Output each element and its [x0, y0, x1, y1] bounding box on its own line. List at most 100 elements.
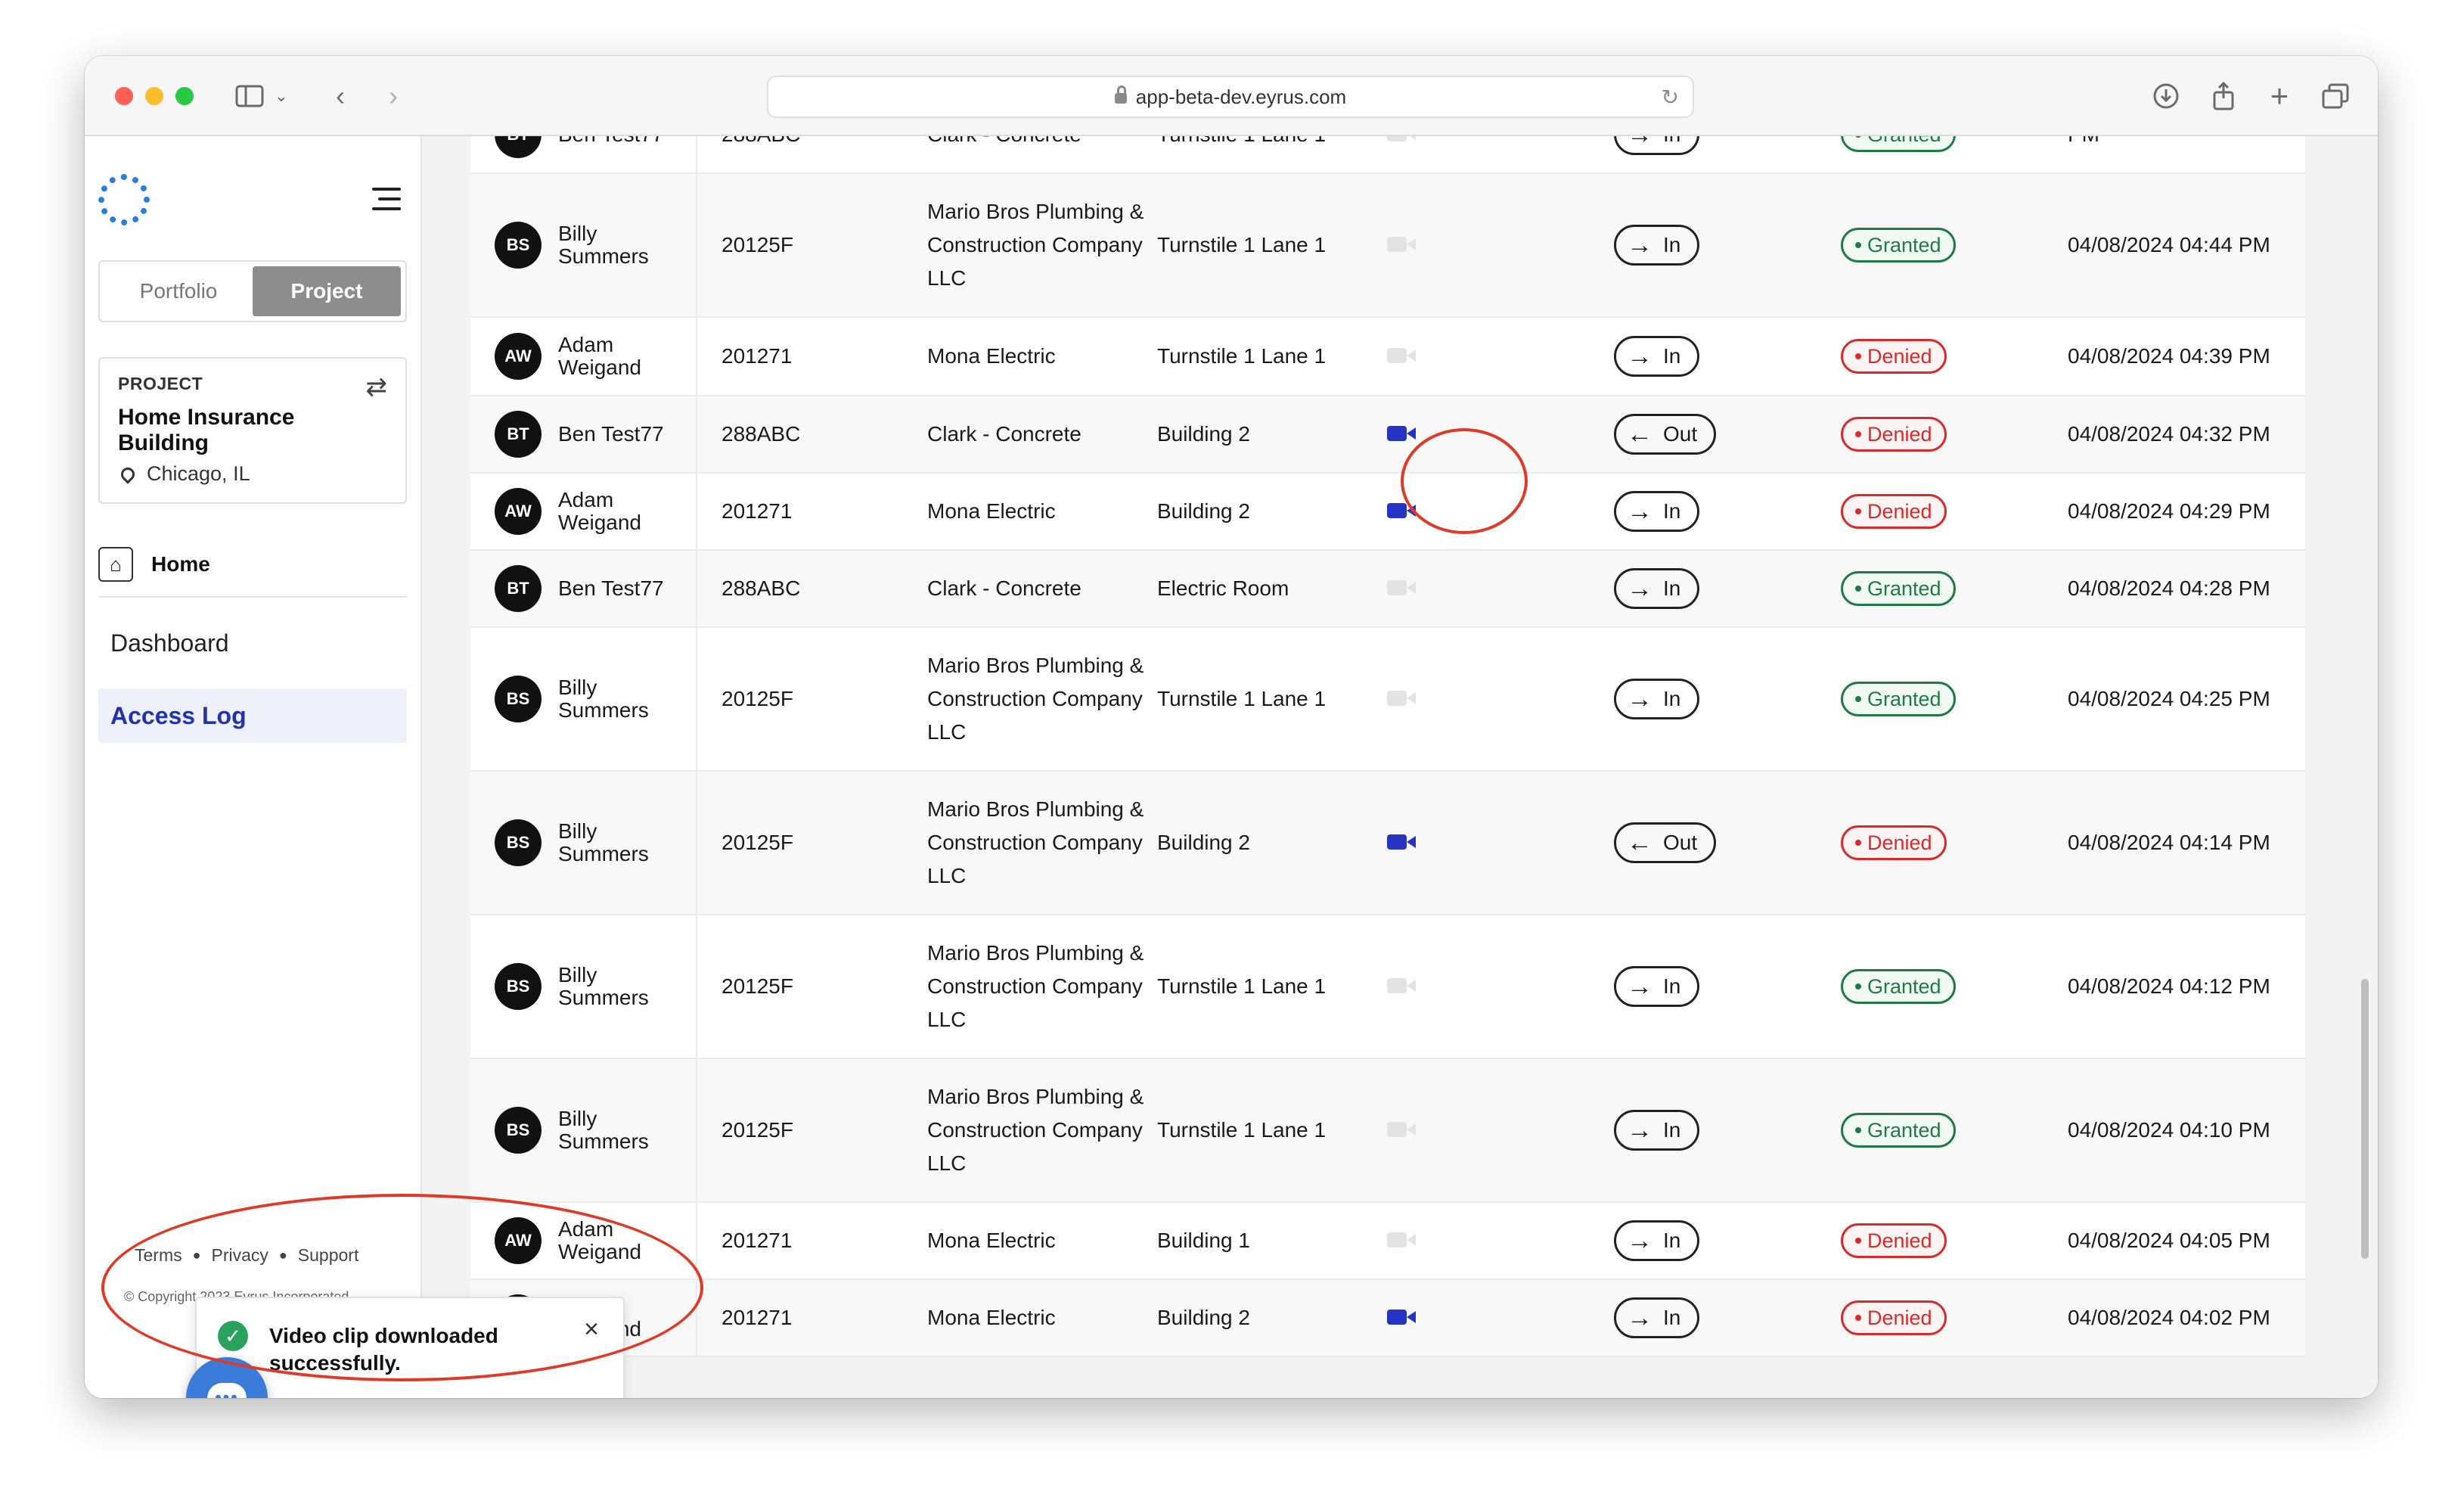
- address-bar[interactable]: app-beta-dev.eyrus.com ↻: [767, 76, 1694, 118]
- company-name: Mario Bros Plumbing & Construction Compa…: [927, 654, 1144, 744]
- status-badge: Denied: [1841, 417, 1947, 452]
- direction-label: Out: [1663, 422, 1698, 446]
- table-row[interactable]: AWAdam Weigand201271Mona ElectricBuildin…: [470, 474, 2305, 551]
- worker-name[interactable]: Adam Weigand: [558, 1218, 687, 1263]
- home-link[interactable]: ⌂ Home: [98, 543, 407, 598]
- nav-item-access-log[interactable]: Access Log: [98, 688, 407, 743]
- user-cell: BS Billy Summers: [470, 174, 697, 316]
- reader-name: Turnstile 1 Lane 1: [1157, 136, 1387, 148]
- company-name: Clark - Concrete: [927, 136, 1157, 151]
- status-cell: Denied: [1841, 339, 2068, 374]
- worker-name[interactable]: Billy Summers: [558, 222, 687, 268]
- table-row[interactable]: BS Billy Summers 20125F Mario Bros Plumbing…: [470, 772, 2305, 915]
- direction-badge: → In: [1614, 225, 1700, 266]
- worker-name[interactable]: Adam Weigand: [558, 334, 687, 379]
- forward-icon[interactable]: ›: [378, 76, 408, 117]
- status-cell: Granted: [1841, 136, 2068, 152]
- reload-icon[interactable]: ↻: [1662, 85, 1679, 110]
- badge-id: 20125F: [722, 687, 793, 710]
- table-row[interactable]: BT Ben Test77 288ABC Clark - Concrete Electr…: [470, 551, 2305, 628]
- direction-label: In: [1663, 136, 1680, 148]
- sidebar-toggle-icon[interactable]: [233, 76, 266, 117]
- status-cell: Granted: [1841, 571, 2068, 606]
- status-cell: Granted: [1841, 969, 2068, 1004]
- table-row[interactable]: BS Billy Summers 20125F Mario Bros Plumbing…: [470, 628, 2305, 772]
- worker-name[interactable]: Ben Test77: [558, 136, 687, 146]
- badge-id: 288ABC: [722, 576, 801, 600]
- timestamp: 04/08/2024 04:29 PM: [2068, 499, 2270, 523]
- worker-name[interactable]: Billy Summers: [558, 964, 687, 1009]
- direction-cell: → In: [1614, 1220, 1841, 1261]
- status-badge: Denied: [1841, 825, 1947, 860]
- nav-item-dashboard[interactable]: Dashboard: [110, 629, 229, 657]
- direction-badge: → In: [1614, 1297, 1700, 1338]
- menu-icon[interactable]: [372, 188, 401, 210]
- avatar: BS: [495, 819, 542, 866]
- worker-name[interactable]: Ben Test77: [558, 423, 687, 446]
- worker-name[interactable]: Billy Summers: [558, 676, 687, 722]
- close-window-button[interactable]: [115, 87, 133, 105]
- worker-name[interactable]: Adam Weigand: [558, 489, 687, 534]
- status-cell: Denied: [1841, 825, 2068, 860]
- minimize-window-button[interactable]: [145, 87, 163, 105]
- video-camera-icon[interactable]: [1387, 503, 1416, 518]
- direction-label: Out: [1663, 831, 1698, 854]
- user-cell: BT Ben Test77: [470, 136, 697, 172]
- table-row[interactable]: BS Billy Summers 20125F Mario Bros Plumbing…: [470, 174, 2305, 318]
- video-camera-icon: [1387, 348, 1416, 363]
- video-camera-icon: [1387, 691, 1416, 706]
- eyrus-logo[interactable]: [98, 174, 150, 225]
- project-toggle-button[interactable]: Project: [253, 266, 401, 316]
- video-cell: [1387, 829, 1614, 856]
- table-row[interactable]: AWAdam Weigand201271Mona ElectricBuildin…: [470, 1203, 2305, 1280]
- project-card: PROJECT ⇄ Home Insurance Building Chicag…: [98, 357, 407, 504]
- video-camera-icon[interactable]: [1387, 1310, 1416, 1325]
- direction-badge: → In: [1614, 568, 1700, 609]
- user-cell: BS Billy Summers: [470, 772, 697, 914]
- status-badge: Granted: [1841, 969, 1956, 1004]
- switch-project-icon[interactable]: ⇄: [366, 372, 388, 402]
- direction-cell: → In: [1614, 1110, 1841, 1151]
- table-row[interactable]: BT Ben Test77 288ABC Clark - Concrete Buildi…: [470, 396, 2305, 474]
- timestamp: PM: [2068, 136, 2305, 146]
- direction-cell: ← Out: [1614, 822, 1841, 863]
- table-row[interactable]: AWAdam Weigand201271Mona ElectricBuildin…: [470, 1280, 2305, 1357]
- arrow-right-icon: →: [1627, 497, 1652, 526]
- zoom-window-button[interactable]: [175, 87, 194, 105]
- back-icon[interactable]: ‹: [325, 76, 355, 117]
- arrow-right-icon: →: [1627, 136, 1652, 148]
- video-camera-icon[interactable]: [1387, 426, 1416, 441]
- table-row[interactable]: BS Billy Summers 20125F Mario Bros Plumbing…: [470, 915, 2305, 1059]
- table-row[interactable]: BT Ben Test77 288ABCClark - ConcreteTurnst…: [470, 136, 2305, 174]
- home-icon: ⌂: [98, 547, 133, 582]
- chevron-down-icon[interactable]: ⌄: [272, 76, 290, 117]
- video-cell: [1387, 136, 1614, 148]
- worker-name[interactable]: Billy Summers: [558, 1108, 687, 1153]
- share-icon[interactable]: [2207, 76, 2240, 117]
- terms-link[interactable]: Terms: [135, 1245, 182, 1266]
- worker-name[interactable]: Billy Summers: [558, 820, 687, 865]
- table-row[interactable]: AW Adam Weigand 201271 Mona Electric Turnsti…: [470, 318, 2305, 396]
- scrollbar[interactable]: [2361, 979, 2369, 1259]
- close-icon[interactable]: ×: [584, 1315, 599, 1344]
- tab-overview-icon[interactable]: [2319, 76, 2352, 117]
- lock-icon: [1114, 85, 1127, 104]
- video-camera-icon[interactable]: [1387, 834, 1416, 850]
- location-pin-icon: [118, 464, 138, 484]
- badge-id: 20125F: [722, 1118, 793, 1142]
- arrow-right-icon: →: [1627, 231, 1652, 259]
- project-name: Home Insurance Building: [118, 405, 295, 455]
- video-cell: [1387, 1117, 1614, 1144]
- worker-name[interactable]: Ben Test77: [558, 577, 687, 600]
- video-cell: [1387, 973, 1614, 1000]
- video-cell: [1387, 575, 1614, 602]
- company-name: Clark - Concrete: [927, 576, 1081, 600]
- download-icon[interactable]: [2149, 76, 2183, 117]
- user-cell: BS Billy Summers: [470, 1059, 697, 1201]
- portfolio-toggle-button[interactable]: Portfolio: [104, 266, 253, 316]
- status-badge: Granted: [1841, 228, 1956, 263]
- privacy-link[interactable]: Privacy: [212, 1245, 268, 1266]
- table-row[interactable]: BS Billy Summers 20125F Mario Bros Plumbing…: [470, 1059, 2305, 1203]
- new-tab-icon[interactable]: +: [2263, 76, 2296, 117]
- support-link[interactable]: Support: [298, 1245, 359, 1266]
